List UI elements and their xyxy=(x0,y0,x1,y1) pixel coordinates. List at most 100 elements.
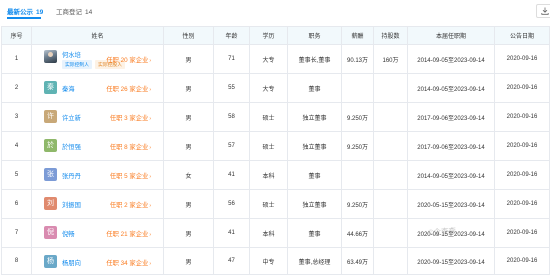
avatar[interactable] xyxy=(44,50,57,63)
executives-table: 序号 姓名 性别 年龄 学历 职务 薪酬 持股数 本届任职期 公告日期 1 何水培 实际控制人 实际控股… xyxy=(1,26,550,275)
tab-label: 最新公示 xyxy=(7,9,33,16)
name-cell: 刘刘振国 任职 2 家企业› xyxy=(31,189,164,219)
tenure-text: 任职 34 家企业 xyxy=(106,260,149,267)
age-cell: 41 xyxy=(213,218,250,248)
avatar[interactable]: 於 xyxy=(44,139,57,152)
chevron-right-icon: › xyxy=(149,174,151,180)
education-cell: 大专 xyxy=(249,44,288,74)
person-name-link[interactable]: 许立新 xyxy=(62,113,81,122)
age-cell: 47 xyxy=(213,247,250,275)
tenure-link[interactable]: 任职 3 家企业› xyxy=(110,113,151,122)
table-header-row: 序号 姓名 性别 年龄 学历 职务 薪酬 持股数 本届任职期 公告日期 xyxy=(1,26,550,45)
tab-label: 工商登记 xyxy=(56,9,82,16)
tenure-link[interactable]: 任职 8 家企业› xyxy=(110,142,151,151)
term-cell: 2017-09-06至2023-09-14 xyxy=(407,131,495,161)
announce-date-cell: 2020-09-16 xyxy=(494,131,550,161)
download-icon xyxy=(541,7,549,15)
announce-date-cell: 2020-09-16 xyxy=(494,189,550,219)
avatar[interactable]: 许 xyxy=(44,110,57,123)
tenure-link[interactable]: 任职 2 家企业› xyxy=(110,200,151,209)
person-name-link[interactable]: 杨朋向 xyxy=(62,258,81,267)
person-name-link[interactable]: 秦海 xyxy=(62,84,75,93)
tenure-text: 任职 20 家企业 xyxy=(106,57,149,64)
position-cell: 董事 xyxy=(287,218,342,248)
row-index: 4 xyxy=(1,131,32,161)
position-cell: 独立董事 xyxy=(287,102,342,132)
tenure-text: 任职 21 家企业 xyxy=(106,231,149,238)
education-cell: 大专 xyxy=(249,73,288,103)
avatar[interactable]: 杨 xyxy=(44,255,57,268)
tenure-link[interactable]: 任职 34 家企业› xyxy=(106,258,151,267)
position-cell: 董事长,董事 xyxy=(287,44,342,74)
tenure-text: 任职 8 家企业 xyxy=(109,144,149,151)
chevron-right-icon: › xyxy=(149,58,151,64)
term-cell: 2017-09-06至2023-09-14 xyxy=(407,102,495,132)
position-cell: 董事 xyxy=(287,73,342,103)
tenure-link[interactable]: 任职 21 家企业› xyxy=(106,229,151,238)
chevron-right-icon: › xyxy=(149,203,151,209)
person-name-link[interactable]: 张丹丹 xyxy=(62,171,81,180)
gender-cell: 男 xyxy=(163,218,214,248)
term-cell: 2020-09-15至2023-09-14 xyxy=(407,247,495,275)
gender-cell: 男 xyxy=(163,73,214,103)
position-cell: 董事 xyxy=(287,160,342,190)
age-cell: 57 xyxy=(213,131,250,161)
announce-date-cell: 2020-09-16 xyxy=(494,160,550,190)
column-header: 持股数 xyxy=(373,26,408,45)
position-cell: 独立董事 xyxy=(287,131,342,161)
person-name-link[interactable]: 刘振国 xyxy=(62,200,81,209)
row-index: 2 xyxy=(1,73,32,103)
education-cell: 本科 xyxy=(249,218,288,248)
term-cell: 2014-09-05至2023-09-14 xyxy=(407,160,495,190)
salary-cell xyxy=(341,160,374,190)
tenure-link[interactable]: 任职 5 家企业› xyxy=(110,171,151,180)
table-row: 3 许许立新 任职 3 家企业› 男 58 硕士 独立董事 9.250万 2017-09-06至… xyxy=(1,102,550,132)
announce-date-cell: 2020-09-16 xyxy=(494,102,550,132)
column-header: 序号 xyxy=(1,26,32,45)
chevron-right-icon: › xyxy=(149,145,151,151)
table-row: 7 倪倪畅 任职 21 家企业› 男 41 本科 董事 44.66万 2020-09-15至20… xyxy=(1,218,550,248)
name-cell: 於於恒强 任职 8 家企业› xyxy=(31,131,164,161)
table-row: 8 杨杨朋向 任职 34 家企业› 男 47 中专 董事,总经理 63.49万 2020-09-… xyxy=(1,247,550,275)
column-header: 性别 xyxy=(163,26,214,45)
shares-cell xyxy=(373,218,408,248)
shares-cell xyxy=(373,247,408,275)
gender-cell: 男 xyxy=(163,44,214,74)
person-name-link[interactable]: 於恒强 xyxy=(62,142,81,151)
education-cell: 硕士 xyxy=(249,102,288,132)
shares-cell: 160万 xyxy=(373,44,408,74)
row-index: 1 xyxy=(1,44,32,74)
education-cell: 中专 xyxy=(249,247,288,275)
avatar[interactable]: 刘 xyxy=(44,197,57,210)
tab-business-registration[interactable]: 工商登记 14 xyxy=(56,6,92,16)
shares-cell xyxy=(373,102,408,132)
shares-cell xyxy=(373,160,408,190)
salary-cell: 9.250万 xyxy=(341,102,374,132)
download-button[interactable] xyxy=(536,4,550,18)
tenure-link[interactable]: 任职 26 家企业› xyxy=(106,84,151,93)
avatar[interactable]: 秦 xyxy=(44,81,57,94)
education-cell: 硕士 xyxy=(249,131,288,161)
avatar[interactable]: 倪 xyxy=(44,226,57,239)
tab-count: 14 xyxy=(85,9,93,16)
avatar[interactable]: 张 xyxy=(44,168,57,181)
column-header: 姓名 xyxy=(31,26,164,45)
row-index: 8 xyxy=(1,247,32,275)
table-row: 1 何水培 实际控制人 实际控股人 任职 20 家企业› 男 71 大专 董事长,董事 90.13… xyxy=(1,44,550,74)
tab-latest-announcement[interactable]: 最新公示 19 xyxy=(7,6,43,16)
person-name-link[interactable]: 何水培 xyxy=(62,50,81,59)
gender-cell: 男 xyxy=(163,247,214,275)
education-cell: 本科 xyxy=(249,160,288,190)
active-tab-indicator xyxy=(7,17,41,19)
name-cell: 秦秦海 任职 26 家企业› xyxy=(31,73,164,103)
term-cell: 2014-09-05至2023-09-14 xyxy=(407,44,495,74)
person-name-link[interactable]: 倪畅 xyxy=(62,229,75,238)
gender-cell: 男 xyxy=(163,189,214,219)
tenure-link[interactable]: 任职 20 家企业› xyxy=(106,55,151,64)
announce-date-cell: 2020-09-16 xyxy=(494,44,550,74)
salary-cell: 9.250万 xyxy=(341,131,374,161)
salary-cell: 63.49万 xyxy=(341,247,374,275)
announce-date-cell: 2020-09-16 xyxy=(494,247,550,275)
tenure-text: 任职 26 家企业 xyxy=(106,86,149,93)
education-cell: 硕士 xyxy=(249,189,288,219)
